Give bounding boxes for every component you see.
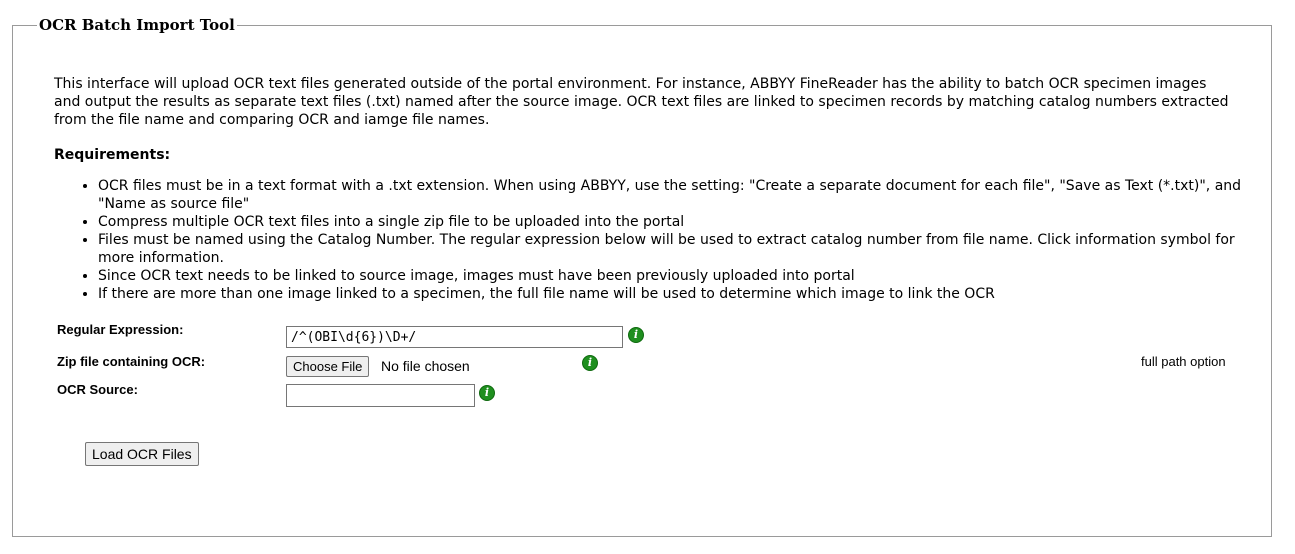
ocr-source-label: OCR Source: [57,382,138,397]
full-path-option[interactable]: full path option [1141,354,1226,370]
zip-label: Zip file containing OCR: [57,354,206,369]
zip-info-icon[interactable]: i [582,355,598,371]
requirement-item: If there are more than one image linked … [98,285,1258,303]
intro-text: This interface will upload OCR text file… [54,76,1229,128]
requirement-item: Since OCR text needs to be linked to sou… [98,267,1258,285]
requirement-item: OCR files must be in a text format with … [98,177,1258,213]
load-ocr-files-button[interactable]: Load OCR Files [85,442,199,466]
file-status: No file chosen [381,358,470,374]
choose-file-button[interactable]: Choose File [286,356,370,377]
regex-label: Regular Expression: [57,322,184,337]
ocr-source-info-icon[interactable]: i [479,385,495,401]
requirement-item: Compress multiple OCR text files into a … [98,213,1258,231]
regex-info-icon[interactable]: i [628,327,644,343]
regex-input[interactable] [286,326,623,348]
requirement-item: Files must be named using the Catalog Nu… [98,231,1258,267]
requirements-heading: Requirements: [54,147,171,163]
fieldset-legend: OCR Batch Import Tool [37,16,237,35]
requirements-list: OCR files must be in a text format with … [80,177,1258,303]
ocr-source-input[interactable] [286,384,475,407]
